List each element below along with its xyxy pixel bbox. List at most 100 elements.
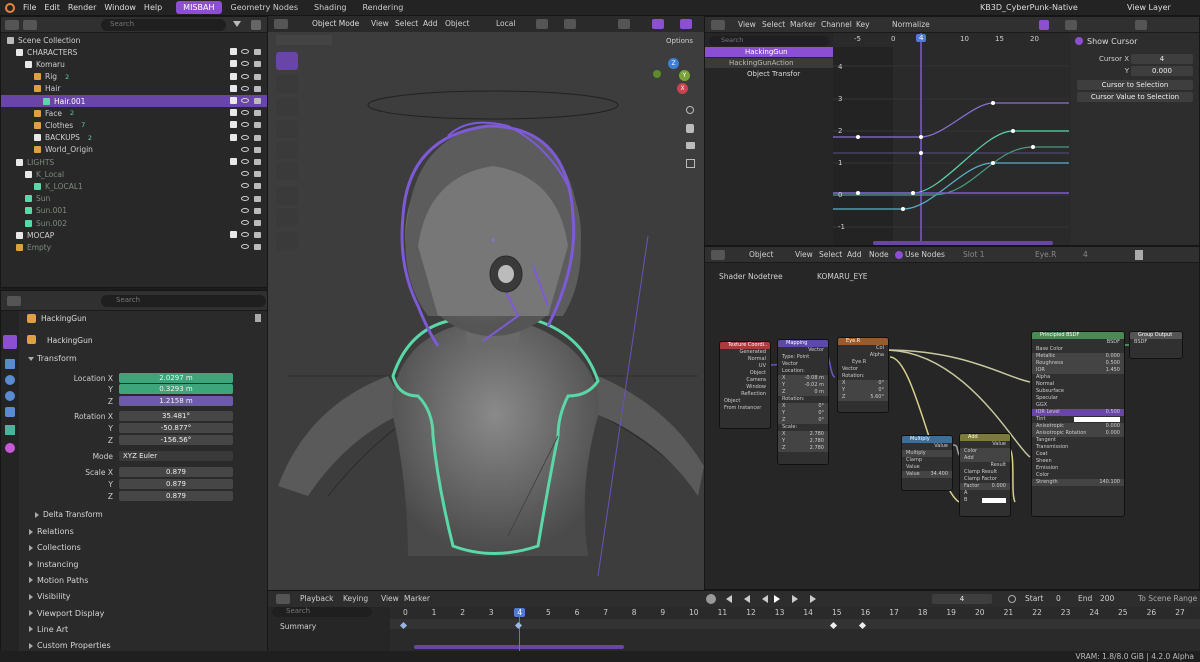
node-output-socket[interactable]: Reflection [720,391,770,398]
menu-file[interactable]: File [23,3,36,12]
object-tab-icon[interactable] [3,335,17,349]
cursor-tool-icon[interactable] [276,75,298,93]
node-output-socket[interactable]: Camera [720,377,770,384]
annotate-tool-icon[interactable] [276,187,298,205]
tab-rendering[interactable]: Rendering [355,1,410,14]
exclude-checkbox[interactable] [230,133,237,141]
panel-collections[interactable]: Collections [29,543,81,552]
prev-key-icon[interactable] [744,595,750,603]
panel-line-art[interactable]: Line Art [29,625,68,634]
render-camera-icon[interactable] [254,171,261,178]
editor-type-icon[interactable] [5,20,19,30]
view-menu[interactable]: View [738,20,756,29]
outliner-row[interactable]: Hair.001 [1,95,267,107]
start-field[interactable]: 0 [1056,594,1061,603]
panel-custom-properties[interactable]: Custom Properties [29,641,111,650]
outliner-row[interactable]: Clothes 7 [1,119,267,131]
bsdf-input-row[interactable]: Emission [1032,465,1124,472]
tab-misbah[interactable]: MISBAH [176,1,222,14]
menu-edit[interactable]: Edit [44,3,60,12]
record-icon[interactable] [706,594,716,604]
outliner-row[interactable]: BACKUPS 2 [1,132,267,144]
panel-instancing[interactable]: Instancing [29,560,78,569]
channel-menu[interactable]: Channel [821,20,852,29]
bsdf-input-row[interactable]: Transmission [1032,444,1124,451]
mapping-node[interactable]: Mapping Vector Type: Point Vector Locati… [777,339,829,465]
render-camera-icon[interactable] [254,61,261,68]
tab-geometry-nodes[interactable]: Geometry Nodes [224,1,305,14]
object-name-field[interactable]: HackingGun [47,336,93,345]
bsdf-input-row[interactable]: IOR 1.450 [1032,367,1124,374]
display-mode-icon[interactable] [23,20,37,30]
current-frame-field[interactable]: 4 [932,594,992,604]
render-camera-icon[interactable] [254,134,261,141]
graph-curves[interactable] [833,33,1069,246]
key-menu[interactable]: Key [856,20,870,29]
outliner-row[interactable]: CHARACTERS [1,46,267,58]
transform-tool-icon[interactable] [276,162,298,180]
outliner-row[interactable]: World_Origin [1,144,267,156]
node-output-socket[interactable]: Normal [720,356,770,363]
scale-tool-icon[interactable] [276,141,298,159]
keying-menu[interactable]: Keying [343,594,368,603]
visibility-eye-icon[interactable] [241,61,249,67]
rotation-x-field[interactable]: 35.481° [119,411,233,421]
visibility-eye-icon[interactable] [241,171,249,177]
scale-z-field[interactable]: 0.879 [119,491,233,501]
outliner-row[interactable]: Sun [1,193,267,205]
rotate-tool-icon[interactable] [276,120,298,138]
transform-section[interactable]: Transform [28,354,77,363]
x-axis-icon[interactable]: X [677,83,688,94]
node-output-socket[interactable]: Object [720,370,770,377]
panel-relations[interactable]: Relations [29,527,74,536]
render-camera-icon[interactable] [254,244,261,251]
navigation-gizmo[interactable]: Z Y X [653,58,693,98]
render-camera-icon[interactable] [254,146,261,153]
visibility-eye-icon[interactable] [241,110,249,116]
render-camera-icon[interactable] [254,85,261,92]
render-camera-icon[interactable] [254,73,261,80]
node-output-socket[interactable]: Window [720,384,770,391]
filter-icon[interactable] [233,21,241,29]
visibility-eye-icon[interactable] [241,73,249,79]
normalize-toggle[interactable]: Normalize [892,20,930,29]
visibility-eye-icon[interactable] [241,146,249,152]
snapping-icon[interactable] [1135,20,1147,30]
channel-hackinggun[interactable]: HackingGun [705,47,833,57]
location-z-field[interactable]: 1.2158 m [119,396,233,406]
principled-bsdf-node[interactable]: Principled BSDF BSDF Base Color Metallic 0… [1031,331,1125,517]
ortho-toggle-icon[interactable] [686,159,695,168]
visibility-eye-icon[interactable] [241,195,249,201]
exclude-checkbox[interactable] [230,97,237,104]
render-camera-icon[interactable] [254,207,261,214]
outliner-row[interactable]: Rig 2 [1,71,267,83]
bsdf-input-row[interactable]: Subsurface [1032,388,1124,395]
marker-menu[interactable]: Marker [790,20,816,29]
current-frame-marker[interactable]: 4 [916,34,927,42]
group-output-node[interactable]: Group Output BSDF [1129,331,1183,359]
render-camera-icon[interactable] [254,195,261,202]
viewport-3d[interactable]: Object Mode View Select Add Object Local… [268,16,704,590]
summary-channel[interactable]: Summary [280,622,316,631]
outliner-row[interactable]: Sun.002 [1,217,267,229]
bsdf-input-row[interactable]: Color [1032,472,1124,479]
exclude-checkbox[interactable] [230,158,237,165]
outliner-row[interactable]: Sun.001 [1,205,267,217]
node-output-socket[interactable]: UV [720,363,770,370]
channel-object-transforms[interactable]: Object Transfor [705,69,833,79]
jump-end-icon[interactable] [810,595,816,603]
constraints-tab-icon[interactable] [5,407,15,417]
pin-icon[interactable] [255,314,261,322]
y-axis-icon[interactable]: Y [679,70,690,81]
rotation-mode-dropdown[interactable]: XYZ Euler [119,451,233,461]
location-x-field[interactable]: 2.0297 m [119,373,233,383]
render-camera-icon[interactable] [254,220,261,226]
render-camera-icon[interactable] [254,122,261,129]
move-tool-icon[interactable] [276,98,298,116]
panel-viewport-display[interactable]: Viewport Display [29,609,104,618]
scale-y-field[interactable]: 0.879 [119,479,233,489]
editor-type-icon[interactable] [7,296,21,306]
editor-type-icon[interactable] [711,20,725,30]
select-menu[interactable]: Select [762,20,785,29]
jump-start-icon[interactable] [726,595,732,603]
